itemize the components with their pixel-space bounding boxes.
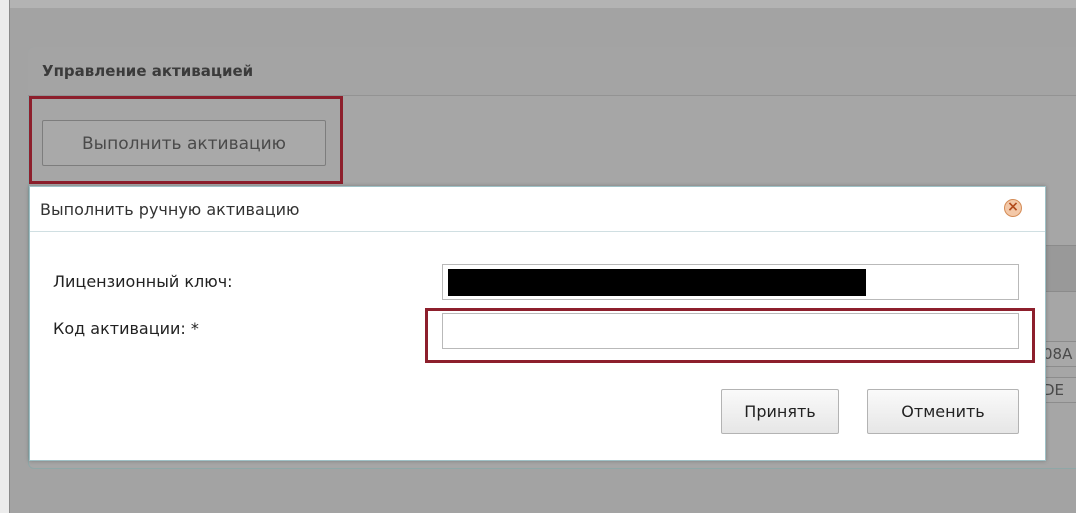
background-value-1: 08A: [1042, 341, 1076, 367]
activation-code-label: Код активации: *: [53, 319, 199, 338]
dialog-title: Выполнить ручную активацию: [40, 200, 300, 219]
redacted-license-key: [448, 269, 866, 296]
manual-activation-dialog: Выполнить ручную активацию × Лицензионны…: [29, 186, 1046, 461]
accept-button[interactable]: Принять: [721, 389, 839, 434]
cancel-button[interactable]: Отменить: [867, 389, 1019, 434]
panel-title: Управление активацией: [42, 62, 254, 80]
activation-code-highlight: [425, 308, 1035, 363]
left-sidebar-edge: [0, 0, 10, 513]
dialog-header: Выполнить ручную активацию ×: [30, 187, 1045, 232]
activation-button-highlight: [29, 96, 343, 184]
top-strip: [0, 0, 1076, 8]
license-key-label: Лицензионный ключ:: [53, 272, 233, 291]
close-icon[interactable]: ×: [1004, 199, 1022, 217]
background-value-2: DE: [1042, 377, 1076, 403]
